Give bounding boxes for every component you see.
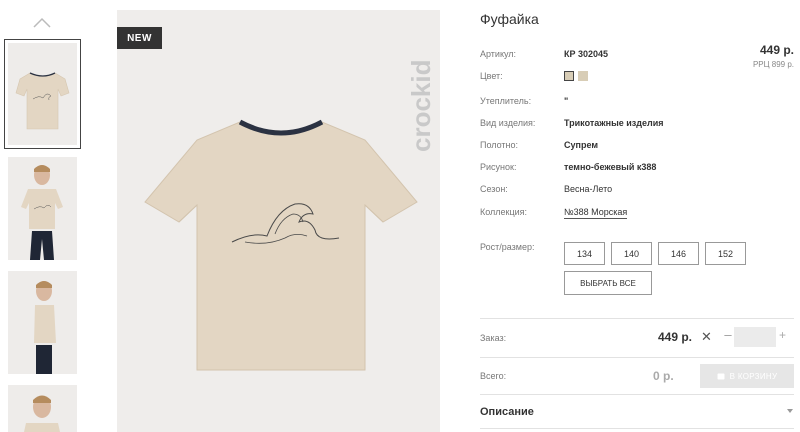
- boy-thumbnail-image: [24, 395, 60, 432]
- collection-link[interactable]: №388 Морская: [564, 207, 628, 219]
- divider: [480, 318, 794, 319]
- product-title: Фуфайка: [480, 11, 539, 27]
- size-label: Рост/размер:: [480, 242, 535, 252]
- order-label: Заказ:: [480, 333, 507, 343]
- product-rrp: РРЦ 899 р.: [752, 60, 794, 69]
- season-label: Сезон:: [480, 184, 508, 194]
- add-to-cart-label: В КОРЗИНУ: [729, 371, 778, 381]
- thumbnail-gallery: [0, 0, 82, 432]
- order-unit-price: 449 р.: [658, 330, 693, 344]
- season-value: Весна-Лето: [564, 184, 613, 194]
- boy-front-thumbnail-image: [21, 165, 63, 260]
- cart-icon: [717, 373, 725, 380]
- thumbnail-3[interactable]: [8, 271, 77, 374]
- color-label: Цвет:: [480, 71, 503, 81]
- chevron-down-icon[interactable]: [787, 409, 793, 413]
- size-option-134[interactable]: 134: [564, 242, 605, 265]
- product-info-panel: Фуфайка 449 р. РРЦ 899 р. Артикул: КР 30…: [480, 0, 800, 432]
- quantity-input[interactable]: [734, 327, 776, 347]
- pattern-value: темно-бежевый к388: [564, 162, 657, 172]
- description-toggle[interactable]: Описание: [480, 406, 534, 418]
- boy-side-thumbnail-image: [34, 281, 56, 374]
- main-product-image[interactable]: NEW crockid: [117, 10, 440, 432]
- size-option-152[interactable]: 152: [705, 242, 746, 265]
- tshirt-thumbnail-image: [15, 72, 70, 130]
- size-option-140[interactable]: 140: [611, 242, 652, 265]
- pattern-label: Рисунок:: [480, 162, 517, 172]
- size-option-146[interactable]: 146: [658, 242, 699, 265]
- divider: [480, 428, 794, 429]
- quantity-decrement-button[interactable]: –: [722, 327, 734, 342]
- tshirt-image: [144, 119, 418, 371]
- quantity-increment-button[interactable]: +: [779, 328, 786, 342]
- add-to-cart-button[interactable]: В КОРЗИНУ: [700, 364, 794, 388]
- fabric-label: Полотно:: [480, 140, 519, 150]
- article-value: КР 302045: [564, 49, 609, 59]
- fabric-value: Супрем: [564, 140, 598, 150]
- collection-label: Коллекция:: [480, 207, 528, 217]
- chevron-up-icon[interactable]: [33, 16, 51, 28]
- color-swatch-selected[interactable]: [564, 71, 574, 81]
- divider: [480, 357, 794, 358]
- type-value: Трикотажные изделия: [564, 118, 664, 128]
- times-icon: ✕: [701, 329, 712, 344]
- total-value: 0 р.: [653, 369, 674, 383]
- thumbnail-2[interactable]: [8, 157, 77, 260]
- divider: [480, 394, 794, 395]
- select-all-sizes-button[interactable]: ВЫБРАТЬ ВСЕ: [564, 271, 652, 295]
- type-label: Вид изделия:: [480, 118, 536, 128]
- thumbnail-1[interactable]: [4, 39, 81, 149]
- color-swatch[interactable]: [578, 71, 588, 81]
- thumbnail-4[interactable]: [8, 385, 77, 432]
- article-label: Артикул:: [480, 49, 517, 59]
- total-label: Всего:: [480, 371, 507, 381]
- product-price: 449 р.: [759, 43, 794, 57]
- insulation-value: ": [564, 96, 569, 106]
- insulation-label: Утеплитель:: [480, 96, 532, 106]
